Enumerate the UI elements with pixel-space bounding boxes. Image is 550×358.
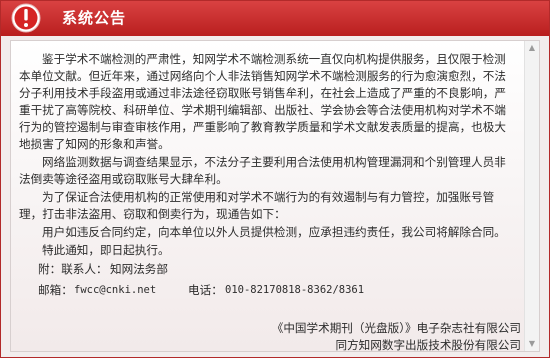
notice-paragraph-5: 特此通知，即日起执行。 <box>42 243 170 257</box>
notice-paragraph-1: 鉴于学术不端检测的严肃性，知网学术不端检测系统一直仅向机构提供服务，且仅限于检测… <box>19 52 506 151</box>
contact-label: 附：联系人： <box>38 262 108 276</box>
contact-email-row: 邮箱： fwcc@cnki.net 电话： 010-82170818-8362/… <box>38 282 518 303</box>
notice-body: 鉴于学术不端检测的严肃性，知网学术不端检测系统一直仅向机构提供服务，且仅限于检测… <box>11 51 511 260</box>
contact-person-row: 附：联系人： 知网法务部 <box>38 261 518 282</box>
notice-paragraph-2: 网络监测数据与调查结果显示，不法分子主要利用合法使用机构管理漏洞和个别管理人员非… <box>19 155 506 186</box>
window-title: 系统公告 <box>62 9 127 27</box>
phone-label: 电话： <box>188 283 223 297</box>
contact-info: 附：联系人： 知网法务部 邮箱： fwcc@cnki.net 电话： 010-8… <box>38 261 518 303</box>
notice-content: 鉴于学术不端检测的严肃性，知网学术不端检测系统一直仅向机构提供服务，且仅限于检测… <box>10 40 540 352</box>
alert-exclamation-icon <box>11 3 41 33</box>
phone-value: 010-82170818-8362/8361 <box>225 284 365 296</box>
signature-block: 《中国学术期刊（光盘版）》电子杂志社有限公司 同方知网数字出版技术股份有限公司 <box>11 320 521 352</box>
notice-paragraph-4: 用户如违反合同约定，向本单位以外人员提供检测，应承担违约责任，我公司将解除合同。 <box>42 225 506 239</box>
scroll-up-arrow-icon[interactable]: ▲ <box>526 42 538 54</box>
email-value: fwcc@cnki.net <box>74 284 157 296</box>
contact-value: 知网法务部 <box>110 262 168 276</box>
scroll-down-arrow-icon[interactable]: ▼ <box>526 338 538 350</box>
email-label: 邮箱： <box>38 283 73 297</box>
signature-line-2: 同方知网数字出版技术股份有限公司 <box>335 338 521 352</box>
notice-paragraph-3: 为了保证合法使用机构的正常使用和对学术不端行为的有效遏制与有力管控，加强账号管理… <box>19 190 495 221</box>
vertical-scrollbar[interactable]: ▲ ▼ <box>524 41 539 351</box>
signature-line-1: 《中国学术期刊（光盘版）》电子杂志社有限公司 <box>271 321 521 335</box>
title-bar: 系统公告 <box>1 1 549 36</box>
announcement-window: 系统公告 鉴于学术不端检测的严肃性，知网学术不端检测系统一直仅向机构提供服务，且… <box>0 0 550 358</box>
